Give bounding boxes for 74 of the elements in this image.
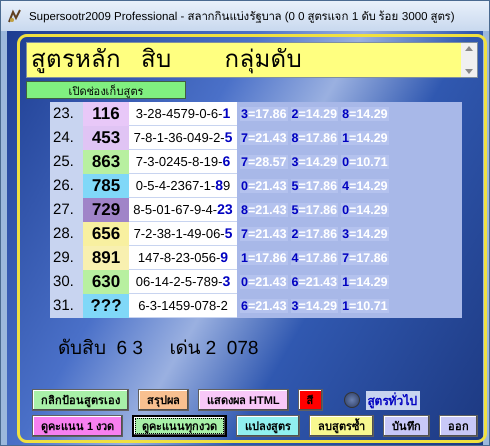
action-button[interactable]: ลบสูตรซ้ำ — [309, 415, 374, 437]
stat-cell: 1=14.29 — [341, 131, 389, 145]
sequence-cell: 8-5-01-67-9-4-23 — [129, 198, 237, 222]
stat-cell: 1=14.29 — [341, 275, 389, 289]
app-icon — [7, 8, 23, 24]
action-button[interactable]: ดูคะแนน 1 งวด — [32, 415, 124, 437]
sequence-cell: 3-28-4579-0-6-1 — [129, 102, 237, 126]
number-cell: 116 — [83, 102, 129, 126]
stat-cell: 3=14.29 — [341, 227, 389, 241]
sequence-cell: 6-3-1459-078-2 — [129, 294, 237, 318]
action-button[interactable]: แสดงผล HTML — [198, 389, 289, 411]
action-button[interactable]: กลิกป้อนสูตรเอง — [32, 389, 129, 411]
number-cell: 863 — [83, 150, 129, 174]
scroll-down-icon[interactable] — [465, 69, 474, 74]
header-field[interactable]: สูตรหลัก สิบ กลุ่มดับ — [26, 42, 478, 78]
stat-cell: 0=21.43 — [240, 275, 288, 289]
stat-cell: 5=17.86 — [290, 203, 338, 217]
number-cell: ??? — [83, 294, 129, 318]
stat-cell: 6=21.43 — [290, 275, 338, 289]
stat-cell: 7=17.86 — [341, 251, 389, 265]
stat-cell: 0=21.43 — [240, 179, 288, 193]
stat-cell: 5=17.86 — [290, 179, 338, 193]
stat-cell: 7=21.43 — [240, 227, 288, 241]
sequence-cell: 7-8-1-36-049-2-5 — [129, 126, 237, 150]
sequence-cell: 06-14-2-5-789-3 — [129, 270, 237, 294]
row-number: 29. — [52, 248, 75, 268]
window-title: Supersootr2009 Professional - สลากกินแบ่งรัฐบาล (0 0 สูตรแจก 1 ดับ ร้อย 3000 สูตร) — [29, 10, 455, 25]
row-number: 26. — [52, 176, 75, 196]
number-cell: 630 — [83, 270, 129, 294]
stat-cell: 8=14.29 — [341, 107, 389, 121]
stat-cell: 8=21.43 — [240, 203, 288, 217]
number-cell: 785 — [83, 174, 129, 198]
stat-cell: 0=10.71 — [341, 155, 389, 169]
action-button[interactable]: แปลงสูตร — [236, 415, 300, 437]
sequence-cell: 147-8-23-056-9 — [129, 246, 237, 270]
row-number: 25. — [52, 152, 75, 172]
row-number: 28. — [52, 224, 75, 244]
stat-cell: 4=14.29 — [341, 179, 389, 193]
action-button[interactable]: ดูคะแนนทุกงวด — [132, 415, 228, 437]
action-button[interactable]: สี — [298, 389, 323, 411]
stat-cell: 2=17.86 — [290, 227, 338, 241]
stat-cell: 1=10.71 — [341, 299, 389, 313]
stat-cell: 3=14.29 — [290, 155, 338, 169]
radio-label[interactable]: สูตรทั่วไป — [366, 390, 420, 410]
stat-cell: 1=17.86 — [240, 251, 288, 265]
row-number: 24. — [52, 128, 75, 148]
row-number: 31. — [52, 296, 75, 316]
row-number: 30. — [52, 272, 75, 292]
stat-cell: 4=17.86 — [290, 251, 338, 265]
stat-cell: 8=17.86 — [290, 131, 338, 145]
scrollbar[interactable] — [461, 43, 478, 77]
stat-cell: 3=14.29 — [290, 299, 338, 313]
row-number: 23. — [52, 104, 75, 124]
open-storage-button[interactable]: เปิดช่องเก็บสูตร — [26, 81, 186, 99]
number-cell: 453 — [83, 126, 129, 150]
sequence-cell: 7-3-0245-8-19-6 — [129, 150, 237, 174]
stat-cell: 7=21.43 — [240, 131, 288, 145]
number-cell: 729 — [83, 198, 129, 222]
stat-cell: 3=17.86 — [240, 107, 288, 121]
row-number: 27. — [52, 200, 75, 220]
scroll-up-icon[interactable] — [465, 46, 474, 51]
stat-cell: 0=14.29 — [341, 203, 389, 217]
action-button[interactable]: สรุปผล — [138, 389, 189, 411]
summary-text: ดับสิบ 6 3 เด่น 2 078 — [58, 337, 260, 361]
action-button[interactable]: ออก — [439, 415, 478, 437]
radio-button[interactable] — [344, 392, 360, 408]
stat-cell: 6=21.43 — [240, 299, 288, 313]
action-button[interactable]: บันทึก — [383, 415, 430, 437]
stat-cell: 2=14.29 — [290, 107, 338, 121]
number-cell: 656 — [83, 222, 129, 246]
sequence-cell: 7-2-38-1-49-06-5 — [129, 222, 237, 246]
sequence-cell: 0-5-4-2367-1-89 — [129, 174, 237, 198]
number-cell: 891 — [83, 246, 129, 270]
stat-cell: 7=28.57 — [240, 155, 288, 169]
